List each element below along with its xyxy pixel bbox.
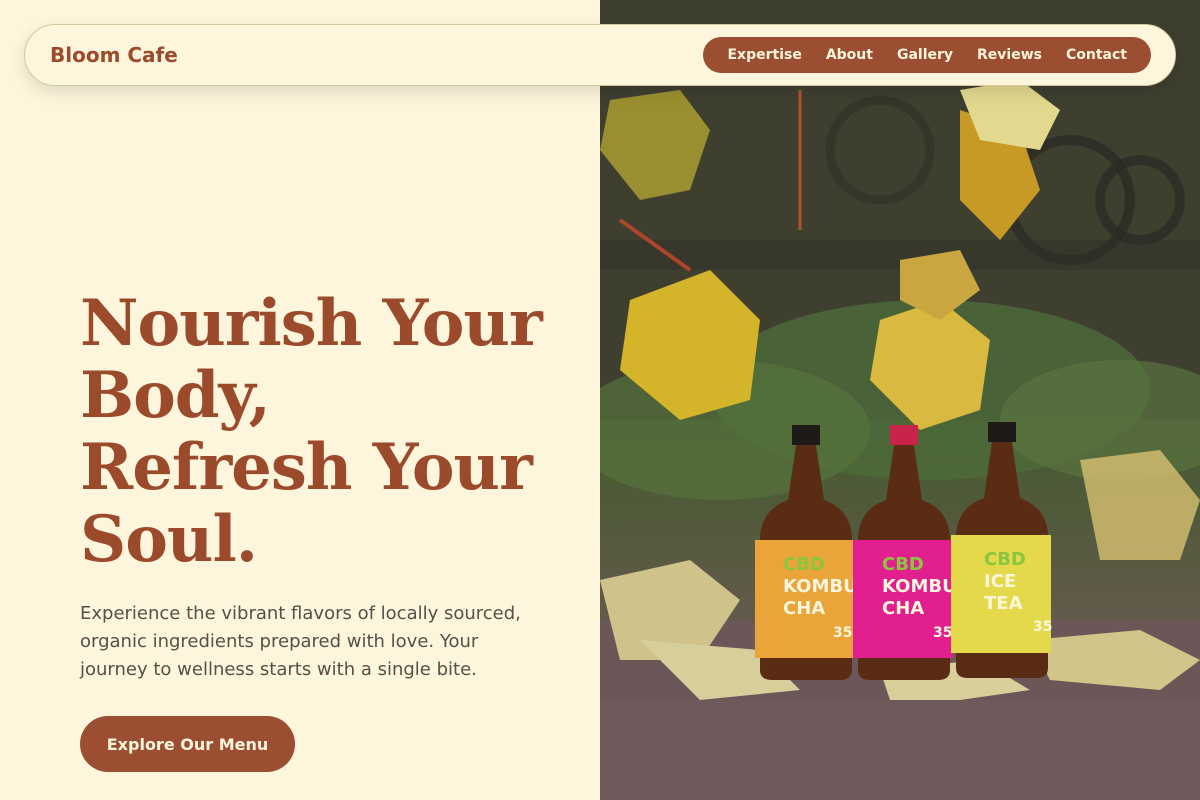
bottle-1-number: 35 — [833, 625, 852, 641]
bottle-2-line3: CHA — [882, 598, 924, 619]
nav-item-contact[interactable]: Contact — [1054, 47, 1139, 63]
bottle-2-number: 35 — [933, 625, 952, 641]
hero-headline-line-2: Body, — [80, 358, 271, 433]
bottle-2-line1: CBD — [882, 554, 924, 575]
bottle-3-line3: TEA — [984, 593, 1023, 614]
brand-logo[interactable]: Bloom Cafe — [50, 43, 178, 67]
hero-subtext: Experience the vibrant flavors of locall… — [80, 603, 521, 680]
explore-menu-button[interactable]: Explore Our Menu — [80, 716, 295, 772]
bottle-3-line2: ICE — [984, 571, 1016, 592]
bottle-3-number: 35 — [1033, 619, 1052, 635]
hero-headline: Nourish Your Body, Refresh Your Soul. — [80, 288, 580, 576]
bottle-3-line1: CBD — [984, 549, 1026, 570]
hero-photo: CBD KOMBU CHA 35 CBD KOMBU CHA 35 CBD IC… — [600, 0, 1200, 800]
nav-item-gallery[interactable]: Gallery — [885, 47, 965, 63]
nav-item-about[interactable]: About — [814, 47, 885, 63]
nav-item-reviews[interactable]: Reviews — [965, 47, 1054, 63]
bottle-2-line2: KOMBU — [882, 576, 957, 597]
hero-headline-line-3: Refresh Your — [80, 430, 533, 505]
hero-headline-line-1: Nourish Your — [80, 286, 543, 361]
bottle-1-line2: KOMBU — [783, 576, 858, 597]
bottle-1-line3: CHA — [783, 598, 825, 619]
bottle-1-line1: CBD — [783, 554, 825, 575]
nav-item-expertise[interactable]: Expertise — [715, 47, 813, 63]
site-header: Bloom Cafe Expertise About Gallery Revie… — [24, 24, 1176, 86]
hero-headline-line-4: Soul. — [80, 502, 258, 577]
main-nav: Expertise About Gallery Reviews Contact — [703, 37, 1151, 73]
